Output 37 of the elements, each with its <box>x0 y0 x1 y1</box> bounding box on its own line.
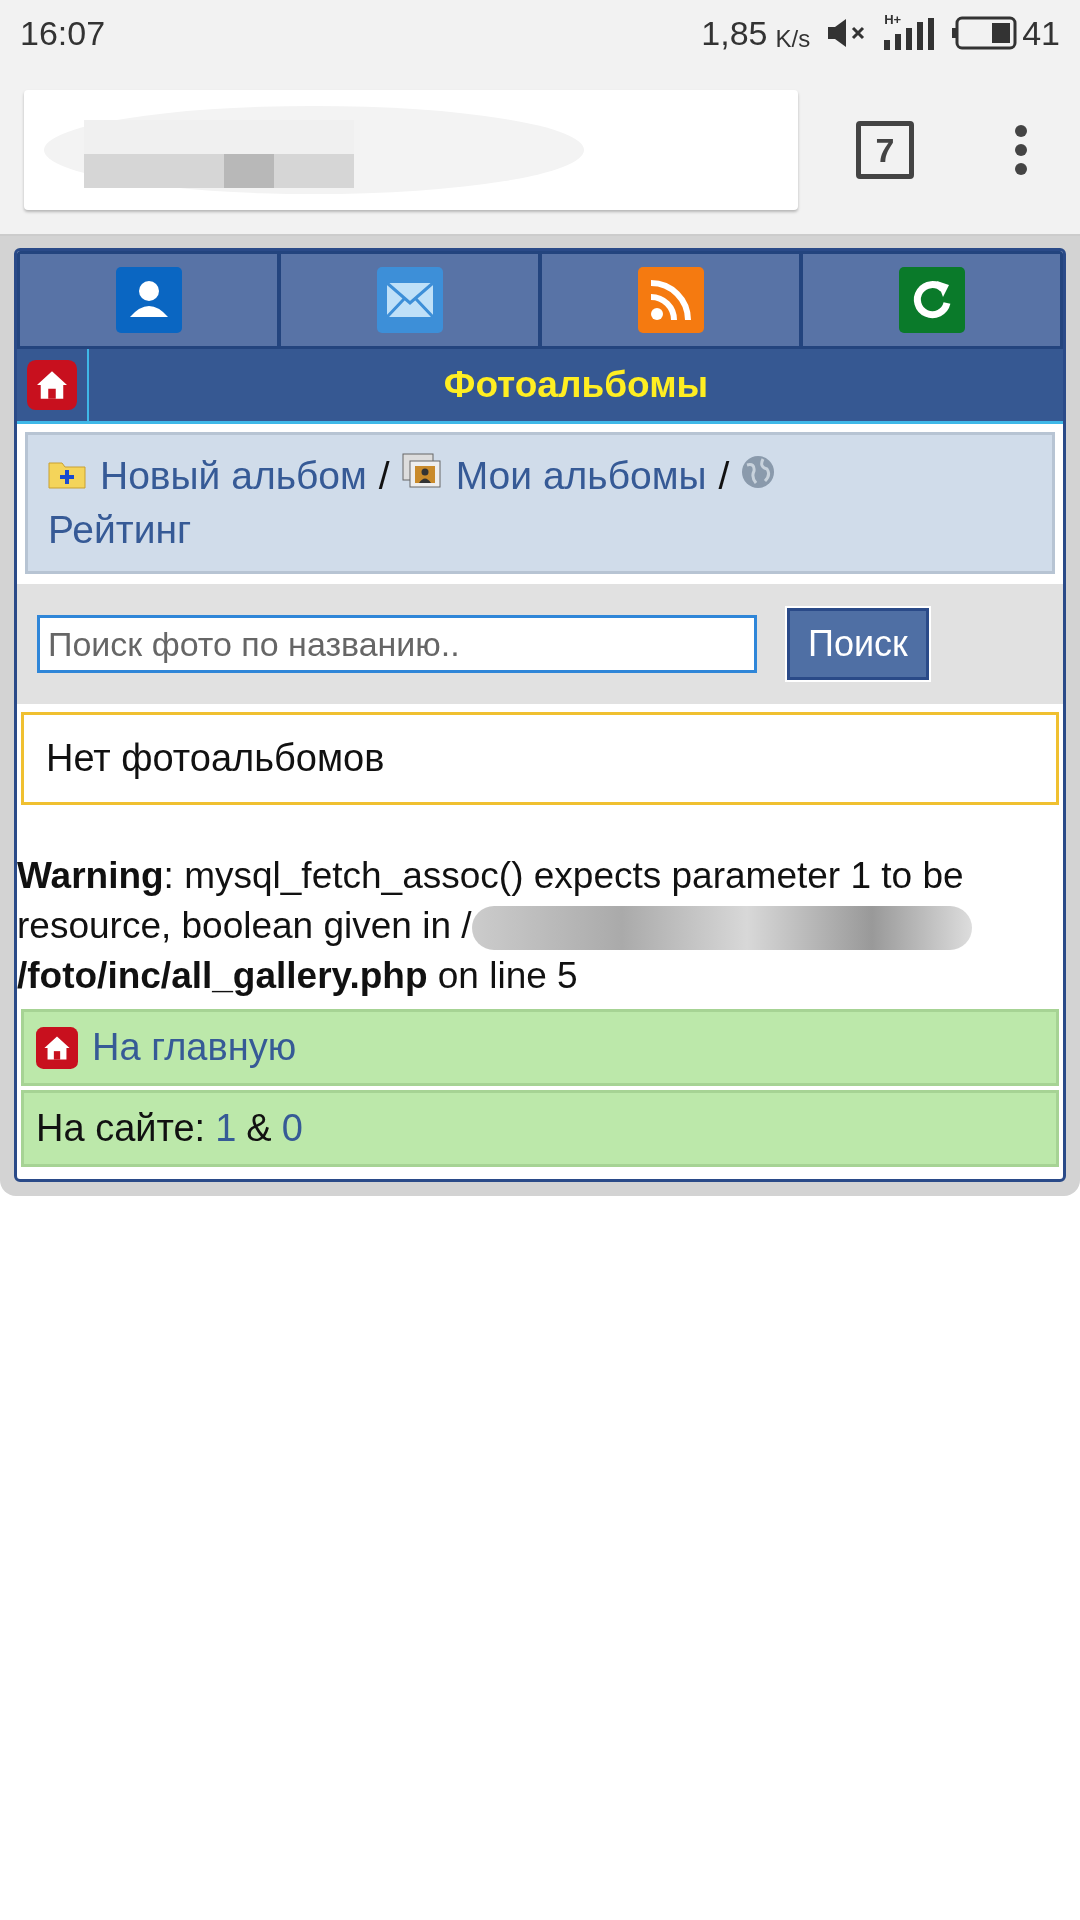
clock-time: 16:07 <box>20 13 106 53</box>
empty-message: Нет фотоальбомов <box>21 712 1059 805</box>
separator: & <box>246 1107 272 1150</box>
warning-message: Warning: mysql_fetch_assoc() expects parameter 1 to be resource, boolean given in / /foto/inc/all_gallery.php on line 5 <box>17 851 1063 1001</box>
member-count[interactable]: 1 <box>215 1107 237 1150</box>
battery-level: 41 <box>1022 13 1060 53</box>
user-icon <box>115 267 182 333</box>
home-link[interactable]: На главную <box>92 1026 297 1069</box>
online-label: На сайте: <box>36 1107 206 1150</box>
nav-tile[interactable] <box>803 254 1060 346</box>
signal-icon <box>882 16 935 50</box>
mail-icon <box>376 267 443 333</box>
more-menu-icon[interactable] <box>1014 124 1028 176</box>
globe-icon <box>741 455 776 489</box>
network-speed: 1,85 <box>701 13 768 53</box>
rss-icon <box>637 267 704 333</box>
separator: / <box>718 454 730 497</box>
refresh-icon <box>898 267 965 333</box>
separator: / <box>378 454 390 497</box>
home-icon <box>36 1026 78 1069</box>
speed-unit: K/s <box>775 25 811 53</box>
album-link[interactable]: Рейтинг <box>48 508 192 551</box>
page-title: Фотоальбомы <box>442 363 710 407</box>
network-type: H+ <box>884 12 902 27</box>
nav-tile[interactable] <box>281 254 538 346</box>
folder-plus-icon <box>48 459 86 489</box>
nav-tile[interactable] <box>542 254 799 346</box>
search-button[interactable]: Поиск <box>787 608 929 680</box>
home-icon <box>27 360 77 410</box>
search-field[interactable]: Поиск фото по названию.. <box>37 615 757 673</box>
photos-icon <box>401 453 442 489</box>
battery-icon <box>952 16 1019 50</box>
guest-count[interactable]: 0 <box>281 1107 303 1150</box>
album-link[interactable]: Новый альбом <box>100 454 367 497</box>
tab-count-button[interactable]: 7 <box>856 121 914 179</box>
album-link[interactable]: Мои альбомы <box>455 454 707 497</box>
nav-tile[interactable] <box>20 254 277 346</box>
